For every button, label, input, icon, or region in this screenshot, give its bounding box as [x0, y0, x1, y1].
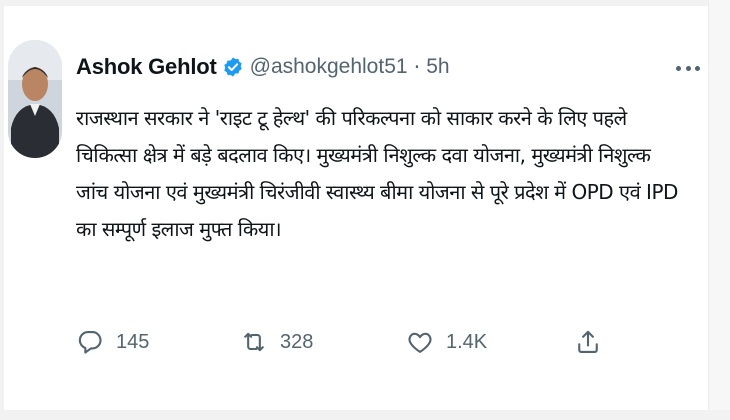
tweet-text-line: राजस्थान सरकार ने 'राइट टू हेल्थ' की परि…: [76, 106, 627, 130]
avatar[interactable]: [8, 40, 62, 158]
tweet-actions: 145 328 1.4K: [76, 322, 636, 362]
tweet-text-line: का सम्पूर्ण इलाज मुफ्त किया।: [76, 217, 282, 241]
more-dot: [685, 65, 691, 71]
author-handle[interactable]: @ashokgehlot51: [250, 55, 408, 79]
reply-icon: [76, 328, 104, 356]
scrollbar[interactable]: [708, 0, 730, 420]
verified-badge-icon: [222, 56, 244, 78]
retweet-icon: [240, 328, 268, 356]
retweet-count: 328: [280, 330, 314, 353]
tweet-text: राजस्थान सरकार ने 'राइट टू हेल्थ' की परि…: [76, 100, 706, 248]
like-button[interactable]: 1.4K: [406, 322, 487, 362]
reply-count: 145: [116, 330, 150, 353]
more-options-icon[interactable]: [676, 58, 700, 78]
reply-button[interactable]: 145: [76, 322, 149, 362]
tweet-card[interactable]: Ashok Gehlot @ashokgehlot51 · 5h राजस्था…: [4, 6, 708, 410]
tweet-text-line: जांच योजना एवं मुख्यमंत्री चिरंजीवी स्वा…: [76, 180, 678, 204]
author-name[interactable]: Ashok Gehlot: [76, 54, 217, 80]
frame-bottom: [0, 410, 730, 420]
retweet-button[interactable]: 328: [240, 322, 313, 362]
share-icon: [574, 328, 602, 356]
heart-icon: [406, 328, 434, 356]
tweet-header: Ashok Gehlot @ashokgehlot51 · 5h: [76, 50, 450, 84]
share-button[interactable]: [574, 322, 602, 362]
timestamp[interactable]: 5h: [426, 55, 449, 79]
separator-dot: ·: [413, 55, 421, 79]
more-dot: [695, 65, 700, 71]
like-count: 1.4K: [446, 330, 488, 353]
tweet-text-line: चिकित्सा क्षेत्र में बड़े बदलाव किए। मुख…: [76, 143, 651, 167]
more-dot: [676, 65, 681, 71]
